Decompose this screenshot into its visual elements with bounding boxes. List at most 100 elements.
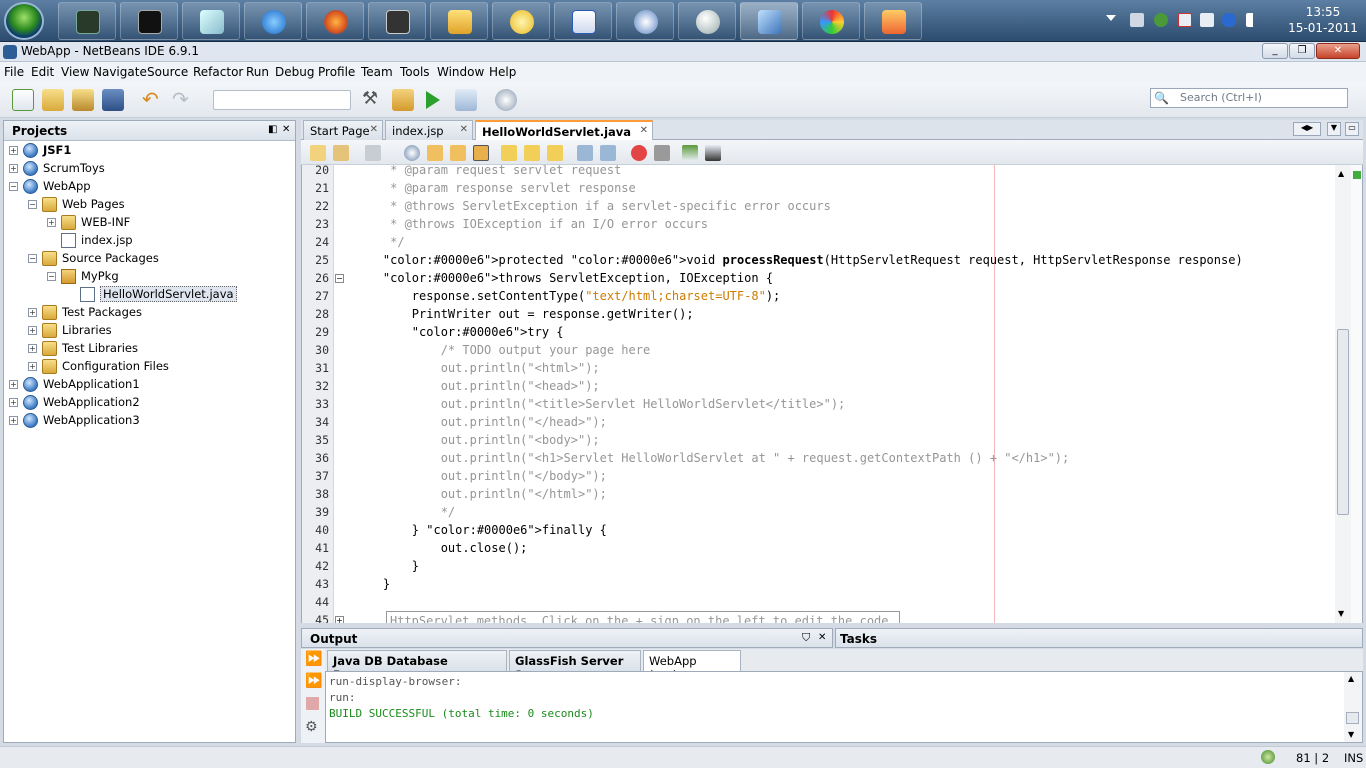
taskbar-app-paint[interactable] [802,2,860,40]
menu-window[interactable]: Window [437,65,484,79]
taskbar-app-compass[interactable] [616,2,674,40]
taskbar-app-notepad[interactable] [182,2,240,40]
code-line[interactable]: * @throws ServletException if a servlet-… [354,197,831,215]
clean-build-icon[interactable] [392,89,414,111]
collapse-fold-icon[interactable]: − [335,274,344,283]
menu-source[interactable]: Source [147,65,188,79]
code-line[interactable]: * @param response servlet response [354,179,636,197]
code-line[interactable]: out.close(); [354,539,528,557]
output-tab-glassfish[interactable]: GlassFish Server 3✕ [509,650,641,682]
menu-run[interactable]: Run [246,65,269,79]
expand-icon[interactable]: + [28,326,37,335]
menu-debug[interactable]: Debug [275,65,314,79]
find-next-icon[interactable] [450,145,466,161]
network-icon[interactable] [1154,13,1168,27]
open-project-icon[interactable] [72,89,94,111]
stop-macro-icon[interactable] [654,145,670,161]
output-console[interactable]: run-display-browser: run: BUILD SUCCESSFUL… [325,671,1363,743]
output-vertical-scrollbar[interactable]: ▲ ▼ [1344,672,1362,742]
menu-refactor[interactable]: Refactor [193,65,243,79]
code-line[interactable]: * @throws IOException if an I/O error oc… [354,215,708,233]
code-line[interactable]: } [354,557,419,575]
configuration-select[interactable] [213,90,351,110]
expand-icon[interactable]: + [47,218,56,227]
taskbar-app-explorer[interactable] [430,2,488,40]
previous-bookmark-icon[interactable] [501,145,517,161]
expand-icon[interactable]: + [28,308,37,317]
start-macro-icon[interactable] [631,145,647,161]
menu-profile[interactable]: Profile [318,65,355,79]
expand-icon[interactable]: + [9,416,18,425]
expand-icon[interactable]: + [28,344,37,353]
profile-icon[interactable] [495,89,517,111]
close-tab-icon[interactable]: ✕ [370,124,378,135]
expand-icon[interactable]: + [9,380,18,389]
find-icon[interactable] [404,145,420,161]
toggle-highlight-icon[interactable] [473,145,489,161]
undo-icon[interactable]: ↶ [142,89,164,111]
scroll-up-icon[interactable]: ▲ [1348,674,1354,683]
expand-icon[interactable]: + [9,164,18,173]
minimize-button[interactable]: _ [1262,43,1288,59]
code-line[interactable]: out.println("<title>Servlet HelloWorldSe… [354,395,846,413]
comment-icon[interactable] [682,145,698,161]
device-icon[interactable] [1200,13,1214,27]
output-options-icon[interactable]: ⛉ [802,631,810,645]
taskbar-app-netbeans[interactable] [740,2,798,40]
maximize-editor-icon[interactable]: ▭ [1345,122,1359,136]
taskbar-app-sql[interactable] [368,2,426,40]
scroll-up-icon[interactable]: ▲ [1338,169,1344,178]
close-tab-icon[interactable]: ✕ [640,125,648,136]
code-line[interactable]: response.setContentType("text/html;chars… [354,287,780,305]
taskbar-app-java[interactable] [492,2,550,40]
code-line[interactable]: out.println("</body>"); [354,467,607,485]
show-hidden-icons-arrow[interactable] [1106,15,1116,21]
menu-help[interactable]: Help [489,65,516,79]
code-line[interactable]: PrintWriter out = response.getWriter(); [354,305,694,323]
last-edit-icon[interactable] [365,145,381,161]
code-line[interactable]: */ [354,503,455,521]
menu-navigate[interactable]: Navigate [93,65,147,79]
scroll-thumb[interactable] [1337,329,1349,515]
signal-icon[interactable] [1246,13,1260,27]
output-tab-webapp-run[interactable]: WebApp (run)✕ [643,650,741,682]
output-tab-javadb[interactable]: Java DB Database Process✕ [327,650,507,682]
menu-team[interactable]: Team [361,65,393,79]
code-line[interactable]: out.println("<head>"); [354,377,600,395]
close-panel-icon[interactable]: ✕ [282,124,290,135]
taskbar-app-presentation[interactable] [864,2,922,40]
folded-code-block[interactable]: HttpServlet methods. Click on the + sign… [386,611,900,623]
maximize-button[interactable]: ❐ [1289,43,1315,59]
notification-icon[interactable] [1261,750,1275,764]
menu-file[interactable]: File [4,65,24,79]
taskbar-app-firefox[interactable] [306,2,364,40]
uncomment-icon[interactable] [705,145,721,161]
expand-icon[interactable]: + [9,398,18,407]
scroll-tabs-icon[interactable]: ◀▶ [1293,122,1321,136]
taskbar-app-cmd[interactable] [120,2,178,40]
editor-vertical-scrollbar[interactable]: ▲ ▼ [1335,165,1351,623]
taskbar-app-word[interactable] [554,2,612,40]
scroll-down-icon[interactable]: ▼ [1348,730,1354,739]
clock[interactable]: 13:55 15-01-2011 [1280,4,1366,36]
forward-icon[interactable] [333,145,349,161]
shift-right-icon[interactable] [600,145,616,161]
debug-icon[interactable] [455,89,477,111]
taskbar-app-terminal-green[interactable] [58,2,116,40]
code-line[interactable]: "color:#0000e6">throws ServletException,… [354,269,773,287]
code-line[interactable]: "color:#0000e6">protected "color:#0000e6… [354,251,1243,269]
toggle-bookmark-icon[interactable] [547,145,563,161]
save-all-icon[interactable] [102,89,124,111]
code-line[interactable]: */ [354,233,404,251]
collapse-icon[interactable]: − [9,182,18,191]
code-line[interactable]: out.println("<html>"); [354,359,600,377]
build-hammer-icon[interactable]: ⚒ [362,89,384,111]
collapse-icon[interactable]: − [47,272,56,281]
collapse-icon[interactable]: − [28,254,37,263]
scroll-down-icon[interactable]: ▼ [1338,609,1344,618]
flag-icon[interactable] [1178,13,1192,27]
rerun-with-params-icon[interactable]: ⏩ [305,673,322,689]
expand-fold-icon[interactable]: + [335,616,344,623]
search-box[interactable]: 🔍 Search (Ctrl+I) [1150,88,1348,108]
bluetooth-icon[interactable] [1222,13,1236,27]
